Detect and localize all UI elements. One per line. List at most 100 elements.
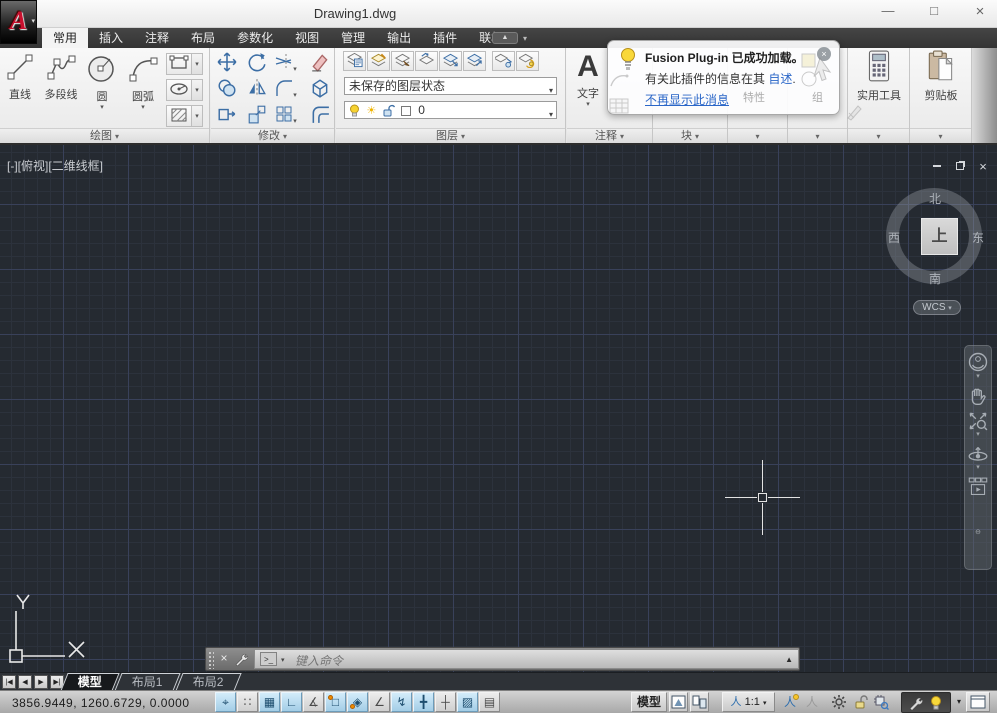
wheel-dropdown-icon[interactable]: ▾ [965,373,991,381]
arc-dropdown-icon[interactable]: ▾ [124,104,162,111]
tray-bulb-icon[interactable] [930,695,942,712]
window-minimize-button[interactable]: — [876,3,900,18]
quick-view-drawings-button[interactable] [690,692,709,712]
annotation-autoscale-button[interactable]: 人 [802,693,822,712]
trim-dropdown-icon[interactable]: ▾ [293,66,297,73]
clipboard-button[interactable]: 剪贴板 [910,50,972,103]
layer-state-combo[interactable]: 未保存的图层状态▾ [344,77,557,95]
text-tool-button[interactable]: A 文字 ▾ [570,50,606,108]
hatch-tool-button[interactable] [166,105,192,127]
toggle-3d-object-snap[interactable]: ◈ [347,692,368,712]
circle-tool-button[interactable]: 圆 ▾ [84,52,120,111]
ribbon-tab-manage[interactable]: 管理 [330,28,376,48]
layer-isolate-button[interactable] [391,51,414,71]
toggle-grid-display[interactable]: ▦ [259,692,280,712]
erase-tool-button[interactable] [307,52,333,76]
navigation-wheel-icon[interactable] [968,351,988,373]
ribbon-collapse-button[interactable]: ▲ [492,32,518,44]
ellipse-tool-button[interactable] [166,79,192,101]
viewcube-north-label[interactable]: 北 [929,190,941,207]
toggle-dynamic-input[interactable]: ╋ [413,692,434,712]
move-tool-button[interactable] [214,52,240,76]
dismiss-link[interactable]: 不再显示此消息 [645,93,729,107]
toggle-quick-properties[interactable]: ▤ [479,692,500,712]
ribbon-tab-home[interactable]: 常用 [42,28,88,48]
rectangle-dropdown-icon[interactable]: ▾ [192,53,203,75]
tab-model[interactable]: 模型 [60,673,119,691]
viewcube-east-label[interactable]: 东 [972,229,984,246]
ribbon-collapse-dropdown-icon[interactable]: ▾ [523,34,527,43]
readme-link[interactable]: 自述 [768,72,792,86]
toggle-transparency[interactable]: ▨ [457,692,478,712]
toggle-object-snap-tracking[interactable]: ∠ [369,692,390,712]
tab-layout1[interactable]: 布局1 [114,673,180,691]
command-history-dropdown-icon[interactable]: ▾ [281,656,285,664]
layer-prev-button[interactable] [516,51,539,71]
layer-freeze-button[interactable] [439,51,462,71]
panel-label-modify[interactable]: 修改 ▾ [211,128,334,143]
toolbar-lock-button[interactable] [852,693,869,712]
ribbon-tab-plugins[interactable]: 插件 [422,28,468,48]
ribbon-tab-insert[interactable]: 插入 [88,28,134,48]
zoom-dropdown-icon[interactable]: ▾ [965,431,991,439]
line-tool-button[interactable]: 直线 [2,52,38,102]
command-drag-grip[interactable] [208,651,214,669]
panel-label-group[interactable]: ▾ [788,128,847,143]
drawing-minimize-button[interactable] [928,159,946,171]
navbar-customize-icon[interactable]: ⊖ [965,529,991,537]
fillet-dropdown-icon[interactable]: ▾ [293,92,297,99]
drawing-close-button[interactable]: × [974,159,992,174]
explode-tool-button[interactable] [307,78,333,102]
hatch-dropdown-icon[interactable]: ▾ [192,105,203,127]
layer-combo[interactable]: ☀ 0 ▾ [344,101,557,119]
combo-dropdown-icon[interactable]: ▾ [549,83,553,99]
copy-tool-button[interactable] [214,78,240,102]
offset-tool-button[interactable] [307,104,333,128]
toggle-infer-constraints[interactable]: ⌖ [215,692,236,712]
panel-label-properties[interactable]: ▾ [728,128,787,143]
polyline-tool-button[interactable]: 多段线 [39,52,83,102]
tray-wrench-icon[interactable] [908,696,924,711]
wcs-menu[interactable]: WCS ▾ [913,300,961,315]
ribbon-tab-view[interactable]: 视图 [284,28,330,48]
fillet-tool-button[interactable]: ▾ [273,78,299,102]
text-dropdown-icon[interactable]: ▾ [570,101,606,108]
viewcube-south-label[interactable]: 南 [929,270,941,287]
toggle-polar-tracking[interactable]: ∡ [303,692,324,712]
next-layout-button[interactable]: ▶ [34,675,48,689]
pan-hand-icon[interactable] [968,386,988,406]
annotation-scale-button[interactable]: 人 1:1 ▾ [722,692,775,712]
window-close-button[interactable]: × [968,3,992,20]
array-dropdown-icon[interactable]: ▾ [293,118,297,125]
rotate-tool-button[interactable] [244,52,270,76]
stretch-tool-button[interactable] [214,104,240,128]
combo-dropdown-icon[interactable]: ▾ [549,107,553,123]
arc-tool-button[interactable]: 圆弧 ▾ [124,52,162,111]
command-prompt-icon[interactable]: >_ [260,652,277,666]
scale-tool-button[interactable] [244,104,270,128]
toggle-dynamic-ucs[interactable]: ↯ [391,692,412,712]
circle-dropdown-icon[interactable]: ▾ [84,104,120,111]
first-layout-button[interactable]: |◀ [2,675,16,689]
orbit-icon[interactable] [967,444,989,464]
clean-screen-button[interactable] [966,692,990,712]
command-customize-wrench-icon[interactable] [234,652,249,667]
mirror-tool-button[interactable] [244,78,270,102]
application-menu-button[interactable]: A ▾ [0,0,37,44]
panel-label-layers[interactable]: 图层 ▾ [336,128,565,143]
utilities-button[interactable]: 实用工具 [848,50,910,103]
panel-label-annotation[interactable]: 注释 ▾ [567,128,652,143]
model-space-button[interactable]: 模型 [631,692,667,712]
panel-label-utilities[interactable]: ▾ [848,128,909,143]
ribbon-tab-parametric[interactable]: 参数化 [226,28,284,48]
layer-unisolate-button[interactable] [415,51,438,71]
command-input[interactable]: >_ ▾ 键入命令 ▲ [254,649,799,669]
layer-lock-button[interactable] [463,51,486,71]
window-maximize-button[interactable]: □ [922,3,946,18]
ribbon-tab-output[interactable]: 输出 [376,28,422,48]
zoom-icon[interactable] [968,411,988,431]
ribbon-tab-layout[interactable]: 布局 [180,28,226,48]
orbit-dropdown-icon[interactable]: ▾ [965,464,991,472]
toggle-lineweight[interactable]: ┼ [435,692,456,712]
toggle-ortho-mode[interactable]: ∟ [281,692,302,712]
